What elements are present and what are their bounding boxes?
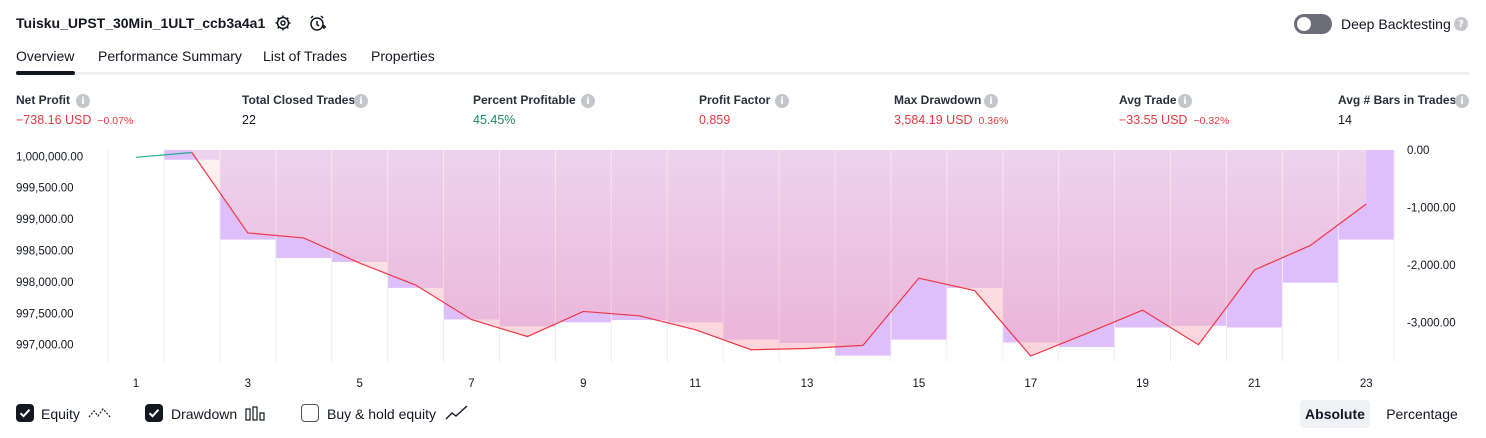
left-axis-tick: 998,500.00 — [16, 246, 74, 258]
right-axis: 0.00 -1,000.00 -2,000.00 -3,000.00 — [1407, 145, 1456, 329]
x-axis-tick: 21 — [1248, 378, 1261, 390]
x-axis-tick: 5 — [356, 378, 362, 390]
drawdown-legend-label: Drawdown — [171, 406, 238, 422]
right-axis-tick: -3,000.00 — [1407, 317, 1456, 329]
left-axis: 1,000,000.00 999,500.00 999,000.00 998,500.… — [16, 151, 83, 351]
x-axis-tick: 19 — [1136, 378, 1149, 390]
buy-hold-line-icon — [445, 404, 469, 427]
x-axis-tick: 1 — [133, 378, 139, 390]
x-axis-tick: 17 — [1024, 378, 1037, 390]
right-axis-tick: -2,000.00 — [1407, 260, 1456, 272]
x-axis-tick: 7 — [468, 378, 474, 390]
x-axis-tick: 3 — [245, 378, 251, 390]
x-axis-tick: 11 — [689, 378, 701, 390]
x-axis-tick: 23 — [1360, 378, 1373, 390]
left-axis-tick: 998,000.00 — [16, 277, 74, 289]
x-axis-tick: 9 — [580, 378, 586, 390]
drawdown-checkbox[interactable] — [145, 404, 163, 422]
buy-hold-legend-label: Buy & hold equity — [327, 406, 436, 422]
buy-hold-checkbox[interactable] — [301, 404, 319, 422]
left-axis-tick: 997,000.00 — [16, 340, 74, 352]
absolute-button[interactable]: Absolute — [1300, 400, 1370, 428]
equity-line-icon — [88, 404, 112, 427]
x-axis-tick: 15 — [912, 378, 925, 390]
left-axis-tick: 1,000,000.00 — [16, 151, 83, 163]
drawdown-bars-icon — [245, 404, 267, 427]
left-axis-tick: 997,500.00 — [16, 308, 74, 320]
equity-area — [191, 150, 1367, 357]
x-axis: 1 3 5 7 9 11 13 15 17 19 21 23 — [133, 378, 1373, 390]
x-axis-tick: 13 — [801, 378, 814, 390]
left-axis-tick: 999,000.00 — [16, 214, 74, 226]
right-axis-tick: 0.00 — [1407, 145, 1429, 157]
right-axis-tick: -1,000.00 — [1407, 202, 1456, 214]
equity-drawdown-chart: 1,000,000.00 999,500.00 999,000.00 998,500.… — [16, 145, 1456, 390]
percentage-button[interactable]: Percentage — [1380, 400, 1464, 428]
equity-fill — [191, 150, 1367, 357]
equity-legend-label: Equity — [41, 406, 80, 422]
equity-checkbox[interactable] — [16, 404, 34, 422]
left-axis-tick: 999,500.00 — [16, 183, 74, 195]
